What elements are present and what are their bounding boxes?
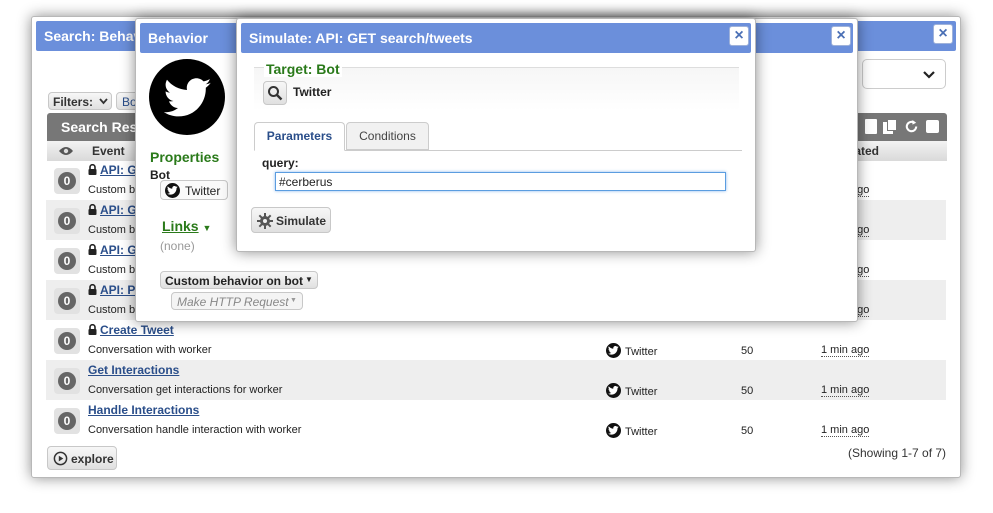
lock-icon xyxy=(88,164,97,175)
lock-icon xyxy=(88,324,97,335)
row-description: Conversation get interactions for worker xyxy=(88,384,283,396)
row-count-badge[interactable]: 0 xyxy=(54,168,80,194)
simulate-window-close-button[interactable]: × xyxy=(729,26,749,46)
row-count-badge[interactable]: 0 xyxy=(54,408,80,434)
twitter-logo-icon xyxy=(149,59,225,135)
tab-conditions[interactable]: Conditions xyxy=(346,122,429,150)
custom-behavior-button[interactable]: Custom behavior on bot ▼ xyxy=(160,271,318,289)
row-updated: 1 min ago xyxy=(821,424,870,437)
row-bot[interactable]: Twitter xyxy=(606,383,657,398)
row-count: 0 xyxy=(58,172,76,190)
tab-parameters-label: Parameters xyxy=(266,129,333,143)
select-all-checkbox[interactable] xyxy=(926,120,939,133)
query-label: query: xyxy=(262,156,299,170)
eye-icon[interactable] xyxy=(58,146,74,156)
bot-twitter-label: Twitter xyxy=(185,184,221,198)
table-row[interactable]: 0 Get Interactions Conversation get intera… xyxy=(46,360,946,400)
export-icon[interactable] xyxy=(865,119,877,134)
table-row[interactable]: 0 Handle Interactions Conversation handle … xyxy=(46,400,946,440)
row-bot-label: Twitter xyxy=(625,426,658,438)
simulate-button[interactable]: Simulate xyxy=(251,207,331,233)
column-event[interactable]: Event xyxy=(92,144,125,158)
chevron-down-icon xyxy=(99,98,108,105)
copy-icon[interactable] xyxy=(883,119,897,134)
row-count-value: 50 xyxy=(741,385,754,397)
query-input[interactable] xyxy=(275,172,726,191)
simulate-window: Simulate: API: GET search/tweets × Targe… xyxy=(236,18,756,252)
lock-icon xyxy=(88,244,97,255)
target-search-button[interactable] xyxy=(263,81,287,105)
table-row[interactable]: 0 Create Tweet Conversation with worker Twi… xyxy=(46,320,946,360)
row-count-badge[interactable]: 0 xyxy=(54,328,80,354)
row-count-badge[interactable]: 0 xyxy=(54,288,80,314)
row-updated: 1 min ago xyxy=(821,344,870,357)
custom-behavior-label: Custom behavior on bot xyxy=(165,274,303,288)
row-count-badge[interactable]: 0 xyxy=(54,248,80,274)
action-label: Make HTTP Request xyxy=(177,295,289,309)
lock-icon xyxy=(88,204,97,215)
target-label: Target: Bot xyxy=(264,61,342,77)
lock-icon xyxy=(88,284,97,295)
row-description: Conversation handle interaction with wor… xyxy=(88,424,302,436)
row-bot[interactable]: Twitter xyxy=(606,343,657,358)
play-circle-icon xyxy=(53,451,68,466)
twitter-icon xyxy=(165,183,180,198)
tab-parameters[interactable]: Parameters xyxy=(254,122,345,151)
behavior-window-close-button[interactable]: × xyxy=(831,26,851,46)
row-count-badge[interactable]: 0 xyxy=(54,208,80,234)
properties-section: Properties Bot xyxy=(150,149,240,182)
row-count-badge[interactable]: 0 xyxy=(54,368,80,394)
row-bot-label: Twitter xyxy=(625,386,658,398)
filters-button[interactable]: Filters: xyxy=(48,92,112,110)
row-count: 0 xyxy=(58,212,76,230)
chevron-down-icon xyxy=(923,71,935,79)
links-toggle[interactable]: Links ▼ xyxy=(162,218,211,234)
row-count: 0 xyxy=(58,292,76,310)
simulate-label: Simulate xyxy=(276,214,327,228)
refresh-icon[interactable] xyxy=(904,119,919,134)
row-bot-label: Twitter xyxy=(625,346,658,358)
twitter-icon xyxy=(606,343,621,358)
row-description: Conversation with worker xyxy=(88,344,212,356)
search-window-close-button[interactable]: × xyxy=(933,24,953,44)
row-count: 0 xyxy=(58,372,76,390)
row-count-value: 50 xyxy=(741,425,754,437)
target-value: Twitter xyxy=(293,85,332,99)
action-button[interactable]: Make HTTP Request ▼ xyxy=(171,292,303,310)
tab-conditions-label: Conditions xyxy=(359,129,416,143)
row-count: 0 xyxy=(58,412,76,430)
row-bot[interactable]: Twitter xyxy=(606,423,657,438)
gear-icon xyxy=(257,213,273,229)
showing-count: (Showing 1-7 of 7) xyxy=(848,446,947,460)
simulate-window-title: Simulate: API: GET search/tweets xyxy=(241,23,751,53)
search-dropdown[interactable] xyxy=(862,59,946,89)
twitter-icon xyxy=(606,423,621,438)
bot-twitter-chip[interactable]: Twitter xyxy=(160,180,228,200)
row-count-value: 50 xyxy=(741,345,754,357)
caret-down-icon: ▼ xyxy=(290,297,297,304)
filters-label: Filters: xyxy=(53,95,94,109)
row-title-link[interactable]: Create Tweet xyxy=(100,323,174,337)
search-icon xyxy=(268,86,283,101)
row-updated: 1 min ago xyxy=(821,384,870,397)
explore-button[interactable]: explore xyxy=(47,446,117,470)
row-title-link[interactable]: Get Interactions xyxy=(88,363,179,377)
twitter-icon xyxy=(606,383,621,398)
caret-down-icon: ▼ xyxy=(305,275,313,284)
row-count: 0 xyxy=(58,252,76,270)
links-value: (none) xyxy=(160,239,195,253)
links-label: Links xyxy=(162,218,199,234)
explore-label: explore xyxy=(71,452,114,466)
caret-down-icon: ▼ xyxy=(202,223,212,233)
row-count: 0 xyxy=(58,332,76,350)
properties-label: Properties xyxy=(150,149,220,165)
row-title-link[interactable]: Handle Interactions xyxy=(88,403,199,417)
